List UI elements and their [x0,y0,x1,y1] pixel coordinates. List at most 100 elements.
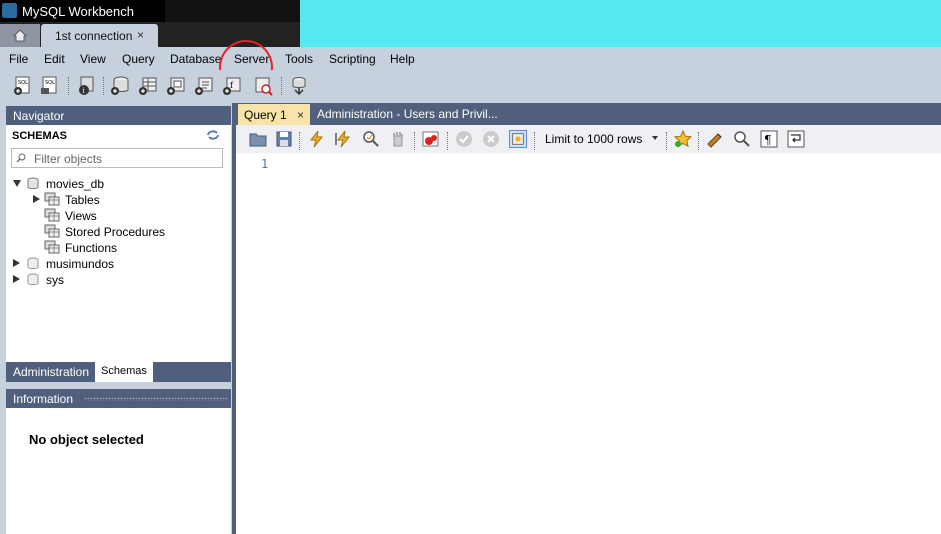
filter-field[interactable] [11,148,223,168]
search-icon [16,153,26,163]
table-folder-icon [44,192,60,206]
svg-text:SQL: SQL [45,80,55,86]
tab-label: 1st connection [55,29,133,43]
schema-label: musimundos [46,257,115,271]
expand-arrow-icon[interactable] [13,180,21,187]
toolbar-separator [103,77,105,95]
main-toolbar: SQL SQL i f [0,70,941,99]
schemas-title: SCHEMAS [12,130,68,142]
create-table-icon[interactable] [138,76,158,96]
tree-item-stored-procedures[interactable]: Stored Procedures [31,224,221,240]
tree-item-label: Functions [65,241,118,255]
menu-tools[interactable]: Tools [285,52,313,66]
schema-label: sys [46,273,64,287]
tree-item-tables[interactable]: Tables [31,192,221,208]
create-procedure-icon[interactable] [194,76,214,96]
stop-icon[interactable] [389,130,407,148]
editor-tab-bar: Query 1 × Administration - Users and Pri… [236,103,941,125]
close-icon[interactable]: × [297,108,304,122]
desktop-background [300,0,941,22]
tree-item-label: Stored Procedures [65,225,166,239]
grip-dots [84,397,228,401]
menu-view[interactable]: View [80,52,106,66]
desktop-background [165,0,300,22]
editor-toolbar: Limit to 1000 rows ¶ [236,125,941,153]
tab-label: Query 1 [244,108,287,122]
execute-current-icon[interactable] [334,130,352,148]
tree-item-functions[interactable]: Functions [31,240,221,256]
menu-file[interactable]: File [9,52,28,66]
database-icon [27,273,39,285]
connection-tab-strip: 1st connection × [0,22,941,47]
chevron-down-icon [652,136,658,140]
home-tab[interactable] [0,24,40,47]
schema-label: movies_db [46,177,105,191]
toolbar-separator [281,77,283,95]
save-icon[interactable] [275,130,293,148]
limit-rows-value: Limit to 1000 rows [545,132,643,146]
find-icon[interactable] [733,130,751,148]
explain-icon[interactable] [362,130,380,148]
invisible-chars-icon[interactable]: ¶ [760,130,778,148]
word-wrap-icon[interactable] [787,130,805,148]
menu-query[interactable]: Query [122,52,155,66]
rollback-icon[interactable] [482,130,500,148]
search-table-data-icon[interactable] [253,76,273,96]
schema-movies-db[interactable]: movies_db [11,176,221,192]
expand-arrow-icon[interactable] [13,275,20,283]
toolbar-separator [666,132,668,150]
inspector-icon[interactable]: i [76,76,96,96]
tab-administration-users[interactable]: Administration - Users and Privil... [317,107,498,121]
beautify-icon[interactable] [706,130,724,148]
tab-1st-connection[interactable]: 1st connection × [41,24,158,47]
schema-sys[interactable]: sys [11,272,221,288]
create-view-icon[interactable] [166,76,186,96]
commit-icon[interactable] [455,130,473,148]
refresh-icon[interactable] [206,129,220,141]
limit-rows-select[interactable]: Limit to 1000 rows [543,131,661,148]
database-icon [27,177,39,189]
toolbar-separator [414,132,416,150]
schema-musimundos[interactable]: musimundos [11,256,221,272]
toolbar-separator [534,132,536,150]
procedure-folder-icon [44,224,60,238]
toggle-error-stop-icon[interactable] [422,130,440,148]
open-file-icon[interactable] [249,130,267,148]
tab-query-1[interactable]: Query 1 × [238,104,310,125]
navigator-title: Navigator [13,109,65,123]
schemas-panel: SCHEMAS movies_db Tables Views Stored Pr… [6,125,231,362]
tree-item-views[interactable]: Views [31,208,221,224]
toolbar-separator [299,132,301,150]
menu-bar: File Edit View Query Database Server Too… [0,47,941,70]
navigator-bottom-tabs: Administration Schemas [6,362,231,382]
menu-help[interactable]: Help [390,52,415,66]
reconnect-icon[interactable] [289,76,309,96]
tab-administration[interactable]: Administration [6,362,94,382]
toolbar-separator [698,132,700,150]
add-snippet-star-icon[interactable] [674,130,692,148]
menu-database[interactable]: Database [170,52,221,66]
expand-arrow-icon[interactable] [13,259,20,267]
create-schema-icon[interactable] [110,76,130,96]
information-title: Information [13,392,74,406]
execute-icon[interactable] [307,130,325,148]
open-sql-script-icon[interactable]: SQL [40,76,60,96]
filter-objects-input[interactable] [32,150,221,168]
tree-item-label: Tables [65,193,100,207]
tab-schemas[interactable]: Schemas [95,362,153,382]
workbench-logo-icon [2,3,17,18]
no-object-message: No object selected [29,432,144,447]
menu-scripting[interactable]: Scripting [329,52,376,66]
navigator-header: Navigator [6,106,231,125]
tree-item-label: Views [65,209,97,223]
new-sql-tab-icon[interactable]: SQL [13,76,33,96]
information-panel: No object selected [6,408,231,534]
title-bar: MySQL Workbench [0,0,941,22]
autocommit-toggle-icon[interactable] [509,130,527,148]
menu-edit[interactable]: Edit [44,52,65,66]
line-number: 1 [261,157,269,171]
create-function-icon[interactable]: f [222,76,242,96]
close-icon[interactable]: × [137,28,144,42]
sql-editor[interactable]: 1 [236,153,941,534]
expand-arrow-icon[interactable] [33,195,40,203]
